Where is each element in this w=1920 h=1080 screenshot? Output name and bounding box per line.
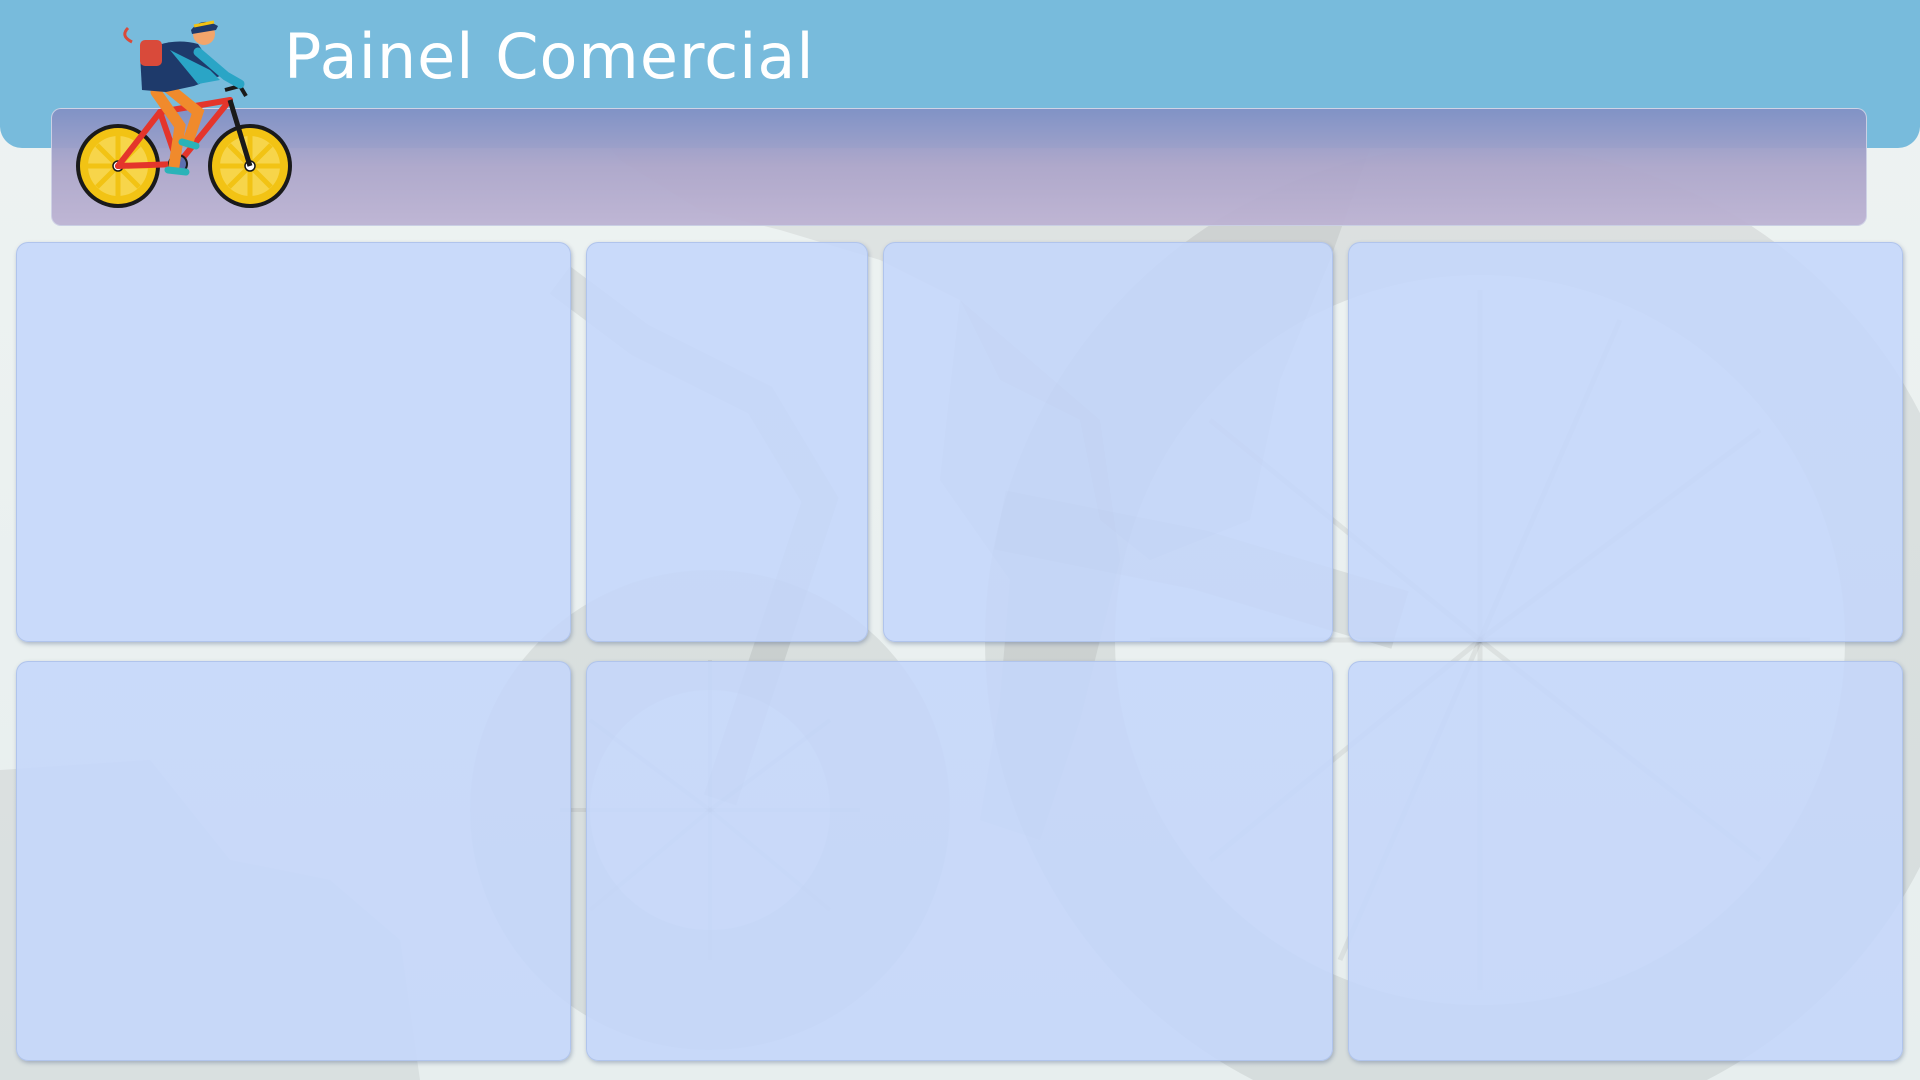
cyclist-logo-icon	[76, 20, 292, 208]
filter-bar	[51, 108, 1867, 226]
dashboard-card-7[interactable]	[1348, 661, 1903, 1061]
dashboard-card-5[interactable]	[16, 661, 571, 1061]
dashboard-page: Painel Comercial	[0, 0, 1920, 1080]
dashboard-card-3[interactable]	[883, 242, 1333, 642]
dashboard-card-1[interactable]	[16, 242, 571, 642]
page-title: Painel Comercial	[284, 20, 815, 93]
dashboard-card-4[interactable]	[1348, 242, 1903, 642]
dashboard-card-6[interactable]	[586, 661, 1333, 1061]
dashboard-card-2[interactable]	[586, 242, 868, 642]
